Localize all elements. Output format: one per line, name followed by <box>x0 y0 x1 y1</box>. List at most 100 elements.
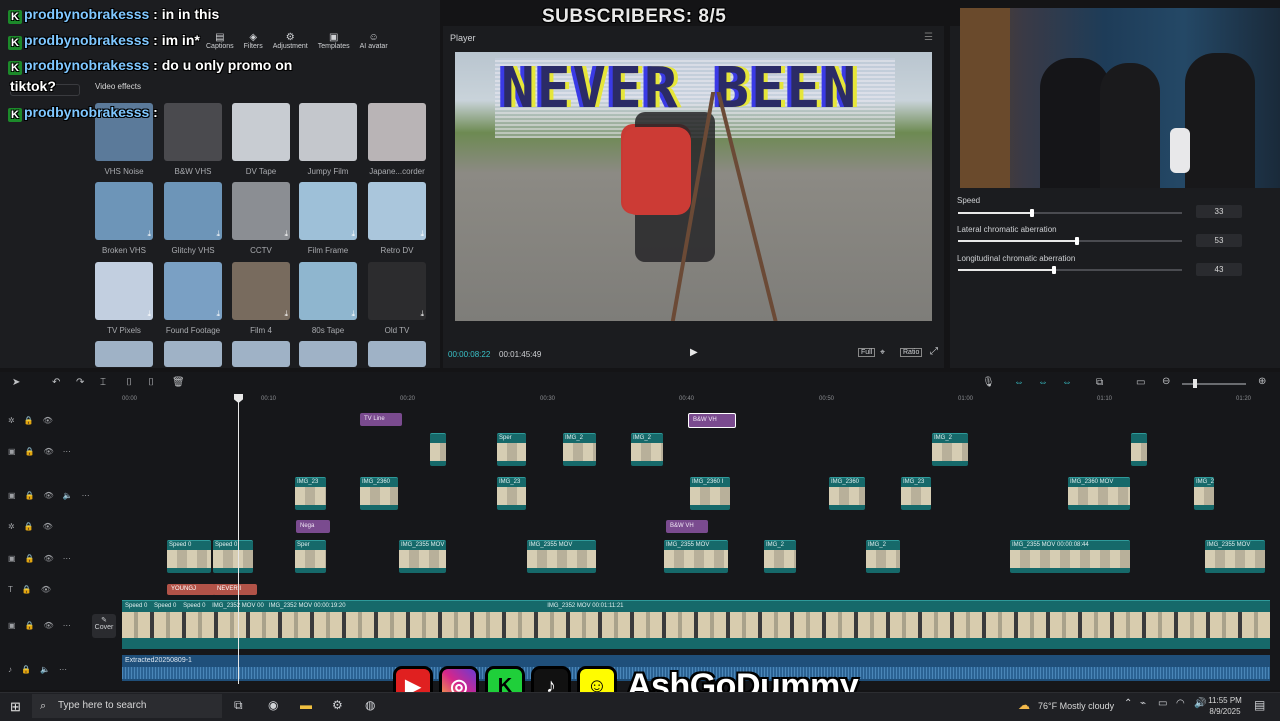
effect-item[interactable]: ⤓ Found Footage <box>164 262 222 335</box>
tool-templates[interactable]: ▣ Templates <box>318 24 350 51</box>
video-clip[interactable]: IMG_2360 MOV <box>1068 477 1130 510</box>
effect-item[interactable] <box>368 341 426 367</box>
longitudinal-aberration-value[interactable]: 43 <box>1196 263 1242 276</box>
lock-icon[interactable]: 🔒 <box>25 447 35 456</box>
download-icon[interactable]: ⤓ <box>284 309 288 319</box>
speed-value[interactable]: 33 <box>1196 205 1242 218</box>
notifications-icon[interactable]: ▤ <box>1254 698 1265 712</box>
split-icon[interactable]: ⌶ <box>100 377 106 388</box>
fullscreen-icon[interactable]: ⤢ <box>930 346 938 357</box>
tool-ai-avatar[interactable]: ☺ AI avatar <box>360 24 388 51</box>
magnet-icon[interactable]: ⇔ <box>1038 377 1048 388</box>
lock-icon[interactable]: 🔒 <box>22 585 32 594</box>
effect-item[interactable]: ⤓ Retro DV <box>368 182 426 255</box>
video-clip[interactable]: IMG_2 <box>563 433 596 466</box>
effect-item[interactable]: DV Tape <box>232 103 290 176</box>
preview-axis-icon[interactable]: ⧉ <box>1096 377 1103 388</box>
monitor-icon[interactable]: ▭ <box>1158 698 1167 709</box>
download-icon[interactable]: ⤓ <box>147 229 151 239</box>
video-clip[interactable]: IMG_2355 MOV <box>399 540 446 573</box>
captions-track-icon[interactable]: ▭ <box>1136 377 1145 388</box>
effect-item[interactable] <box>299 341 357 367</box>
longitudinal-aberration-handle[interactable] <box>1052 266 1057 274</box>
tool-adjustment[interactable]: ⚙ Adjustment <box>273 24 308 51</box>
video-clip[interactable]: Sper <box>295 540 326 573</box>
link-icon[interactable]: ⇔ <box>1014 377 1024 388</box>
zoom-in-icon[interactable]: ⊕ <box>1258 376 1266 387</box>
video-clip[interactable] <box>430 433 446 466</box>
effect-item[interactable]: ⤓ Film 4 <box>232 262 290 335</box>
tool-filters[interactable]: ◈ Filters <box>244 24 263 51</box>
effect-item[interactable]: B&W VHS <box>164 103 222 176</box>
video-clip[interactable]: Speed 0 <box>167 540 211 573</box>
video-clip[interactable]: IMG_2360 <box>829 477 865 510</box>
app-icon[interactable]: ◉ <box>268 698 278 712</box>
video-clip[interactable]: IMG_23 <box>295 477 326 510</box>
zoom-out-icon[interactable]: ⊖ <box>1162 376 1170 387</box>
more-icon[interactable]: ⋯ <box>63 621 71 630</box>
playhead[interactable] <box>234 394 243 684</box>
delete-icon[interactable]: 🗑 <box>172 377 185 388</box>
video-clip[interactable]: IMG_2355 MOV <box>664 540 728 573</box>
windows-start-icon[interactable]: ⊞ <box>10 699 21 715</box>
effect-item[interactable] <box>164 341 222 367</box>
network-icon[interactable]: ⌁ <box>1140 698 1146 709</box>
more-icon[interactable]: ⋯ <box>59 665 67 674</box>
text-clip[interactable]: NEVER I <box>213 584 257 595</box>
video-clip[interactable]: IMG_2 <box>764 540 796 573</box>
effect-clip[interactable]: Nega <box>296 520 330 533</box>
lateral-aberration-slider[interactable] <box>958 237 1182 245</box>
clock[interactable]: 11:55 PM 8/9/2025 <box>1204 695 1246 717</box>
video-clip[interactable]: Speed 0 <box>213 540 253 573</box>
select-tool-icon[interactable]: ➤ <box>12 377 20 388</box>
weather-text[interactable]: 76°F Mostly cloudy <box>1038 701 1114 711</box>
lock-icon[interactable]: 🔒 <box>24 416 34 425</box>
full-button[interactable]: Full <box>858 348 876 357</box>
lock-icon[interactable]: 🔒 <box>24 522 34 531</box>
effect-item[interactable]: ⤓ TV Pixels <box>95 262 153 335</box>
wifi-icon[interactable]: ◠ <box>1176 698 1185 709</box>
video-preview[interactable]: NEVER BEEN <box>455 52 932 321</box>
tool-captions[interactable]: ▤ Captions <box>206 24 234 51</box>
taskbar-search-input[interactable]: ⌕ Type here to search <box>32 694 222 718</box>
download-icon[interactable]: ⤓ <box>216 309 220 319</box>
split-right-icon[interactable]: ⌷ <box>148 377 154 388</box>
timeline-ruler[interactable]: 00:00 00:10 00:20 00:30 00:40 00:50 01:0… <box>122 392 1280 406</box>
effect-item[interactable]: ⤓ CCTV <box>232 182 290 255</box>
main-video-clip[interactable]: Speed 0 Speed 0 Speed 0 IMG_2352 MOV 00 … <box>122 600 1270 649</box>
effect-clip[interactable]: TV Line <box>360 413 402 426</box>
player-menu-icon[interactable]: ☰ <box>924 32 933 43</box>
download-icon[interactable]: ⤓ <box>147 309 151 319</box>
redo-icon[interactable]: ↷ <box>76 377 84 388</box>
speed-slider[interactable] <box>958 209 1182 217</box>
speaker-icon[interactable]: 🔈 <box>40 665 50 674</box>
effect-item[interactable]: Jumpy Film <box>299 103 357 176</box>
ratio-button[interactable]: Ratio <box>900 348 923 357</box>
video-clip[interactable]: IMG_23 <box>901 477 931 510</box>
video-clip[interactable]: IMG_2355 MOV <box>1205 540 1265 573</box>
download-icon[interactable]: ⤓ <box>216 229 220 239</box>
eye-icon[interactable]: 👁 <box>43 416 53 425</box>
effect-clip-selected[interactable]: B&W VH <box>688 413 736 428</box>
effect-item[interactable]: ⤓ Glitchy VHS <box>164 182 222 255</box>
eye-icon[interactable]: 👁 <box>44 447 54 456</box>
video-clip[interactable] <box>1131 433 1147 466</box>
undo-icon[interactable]: ↶ <box>52 377 60 388</box>
effect-clip[interactable]: B&W VH <box>666 520 708 533</box>
eye-icon[interactable]: 👁 <box>44 621 54 630</box>
lateral-aberration-value[interactable]: 53 <box>1196 234 1242 247</box>
effect-item[interactable]: ⤓ Film Frame <box>299 182 357 255</box>
obs-icon[interactable]: ◍ <box>365 698 375 712</box>
text-clip[interactable]: YOUNGJ <box>167 584 215 595</box>
download-icon[interactable]: ⤓ <box>284 229 288 239</box>
video-clip[interactable]: IMG_2355 MOV <box>527 540 596 573</box>
steam-icon[interactable]: ⚙ <box>332 698 343 712</box>
zoom-slider[interactable] <box>1182 383 1246 385</box>
lock-icon[interactable]: 🔒 <box>25 554 35 563</box>
cover-button[interactable]: ✎ Cover <box>92 614 116 638</box>
effect-item[interactable] <box>95 341 153 367</box>
video-clip[interactable]: IMG_2 <box>866 540 900 573</box>
split-left-icon[interactable]: ⌷ <box>126 377 132 388</box>
microphone-icon[interactable]: 🎙 <box>982 377 995 388</box>
speed-slider-handle[interactable] <box>1029 209 1034 217</box>
